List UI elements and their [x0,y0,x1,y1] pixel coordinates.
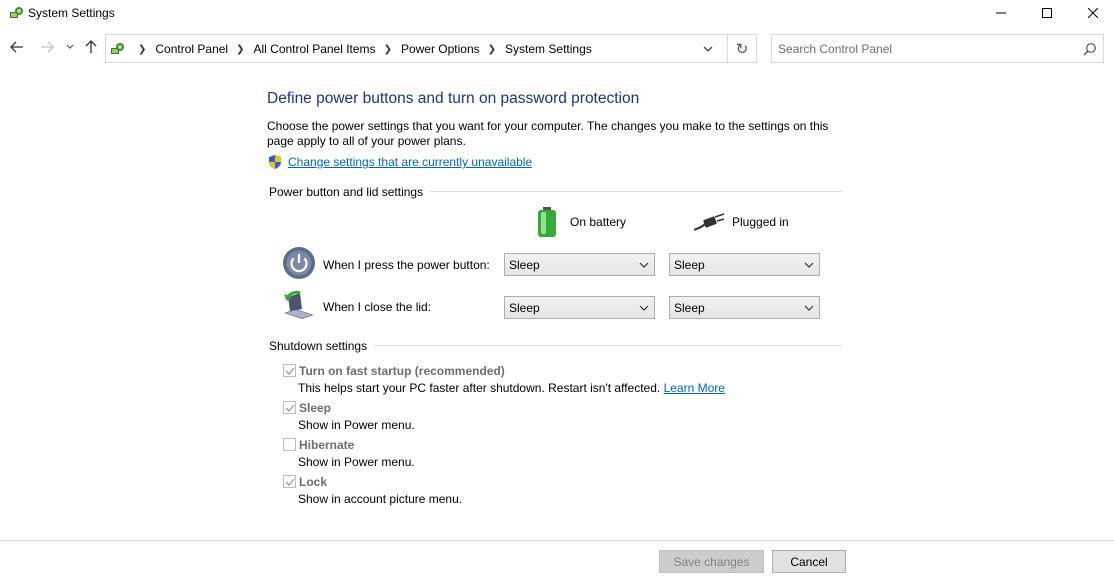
search-icon[interactable] [1083,42,1097,56]
column-plugged-in: Plugged in [693,212,789,232]
select-value: Sleep [674,258,705,272]
title-bar: System Settings [0,0,1114,26]
shutdown-section-header: Shutdown settings [269,339,368,353]
window-title: System Settings [28,6,115,20]
refresh-button[interactable]: ↻ [728,34,757,63]
back-button[interactable] [8,38,26,56]
fast-startup-description: This helps start your PC faster after sh… [298,381,725,395]
recent-locations-button[interactable] [64,38,76,56]
chevron-right-icon[interactable]: ❯ [138,44,146,55]
close-lid-label: When I close the lid: [323,300,432,314]
sleep-checkbox[interactable] [283,401,296,414]
minimize-button[interactable] [978,0,1024,26]
chevron-down-icon[interactable] [701,42,715,56]
close-lid-plugged-select[interactable]: Sleep [669,296,820,319]
laptop-lid-icon [284,290,314,319]
search-input[interactable] [778,41,1068,57]
hibernate-label: Hibernate [299,438,355,452]
chevron-down-icon [639,262,649,268]
chevron-down-icon [804,305,814,311]
power-section-header: Power button and lid settings [269,185,424,199]
chevron-right-icon[interactable]: ❯ [488,44,496,55]
sleep-description: Show in Power menu. [298,418,415,432]
close-button[interactable] [1070,0,1114,26]
plugged-in-label: Plugged in [732,215,789,229]
section-divider [429,191,842,192]
checkmark-icon [285,478,295,486]
save-changes-button[interactable]: Save changes [659,550,764,573]
navigation-bar: ❯ Control Panel ❯ All Control Panel Item… [0,32,1114,64]
footer-divider [0,540,1114,541]
lock-label: Lock [299,475,328,489]
chevron-right-icon[interactable]: ❯ [384,44,392,55]
select-value: Sleep [509,301,540,315]
breadcrumb: ❯ Control Panel ❯ All Control Panel Item… [130,42,592,56]
up-button[interactable] [82,38,100,56]
breadcrumb-system-settings[interactable]: System Settings [505,42,592,56]
lock-checkbox[interactable] [283,475,296,488]
hibernate-description: Show in Power menu. [298,455,415,469]
power-button-label: When I press the power button: [323,258,490,272]
control-panel-icon [111,43,124,54]
fast-startup-checkbox[interactable] [283,364,296,377]
battery-icon [538,207,556,237]
up-arrow-icon [85,40,97,53]
maximize-button[interactable] [1024,0,1070,26]
breadcrumb-control-panel[interactable]: Control Panel [155,42,228,56]
close-lid-battery-select[interactable]: Sleep [504,296,655,319]
forward-arrow-icon [41,41,54,53]
page-description: Choose the power settings that you want … [267,119,829,148]
power-button-plugged-select[interactable]: Sleep [669,253,820,276]
minimize-icon [996,12,1006,14]
breadcrumb-power-options[interactable]: Power Options [401,42,480,56]
chevron-down-icon [66,44,74,49]
uac-shield-icon [269,155,281,169]
fast-startup-label: Turn on fast startup (recommended) [299,364,505,378]
select-value: Sleep [509,258,540,272]
checkmark-icon [285,367,295,375]
power-button-battery-select[interactable]: Sleep [504,253,655,276]
select-value: Sleep [674,301,705,315]
lock-description: Show in account picture menu. [298,492,463,506]
back-arrow-icon [10,41,23,53]
on-battery-label: On battery [570,215,627,229]
forward-button[interactable] [38,38,56,56]
hibernate-checkbox[interactable] [283,438,296,451]
section-divider [374,345,842,346]
learn-more-link[interactable]: Learn More [664,381,725,395]
refresh-icon: ↻ [735,40,749,58]
power-button-icon [283,247,315,279]
sleep-label: Sleep [299,401,332,415]
chevron-right-icon[interactable]: ❯ [236,44,244,55]
search-box[interactable] [771,34,1104,63]
control-panel-icon [10,7,23,18]
checkmark-icon [285,404,295,412]
chevron-down-icon [804,262,814,268]
maximize-icon [1042,8,1052,18]
power-plug-icon [693,213,725,231]
breadcrumb-all-items[interactable]: All Control Panel Items [254,42,376,56]
address-bar[interactable]: ❯ Control Panel ❯ All Control Panel Item… [105,34,728,63]
close-icon [1088,8,1098,18]
column-on-battery: On battery [535,206,626,238]
change-settings-link[interactable]: Change settings that are currently unava… [288,155,532,169]
cancel-button[interactable]: Cancel [772,550,846,573]
chevron-down-icon [639,305,649,311]
page-title: Define power buttons and turn on passwor… [267,90,640,107]
fast-startup-desc-text: This helps start your PC faster after sh… [298,381,661,395]
